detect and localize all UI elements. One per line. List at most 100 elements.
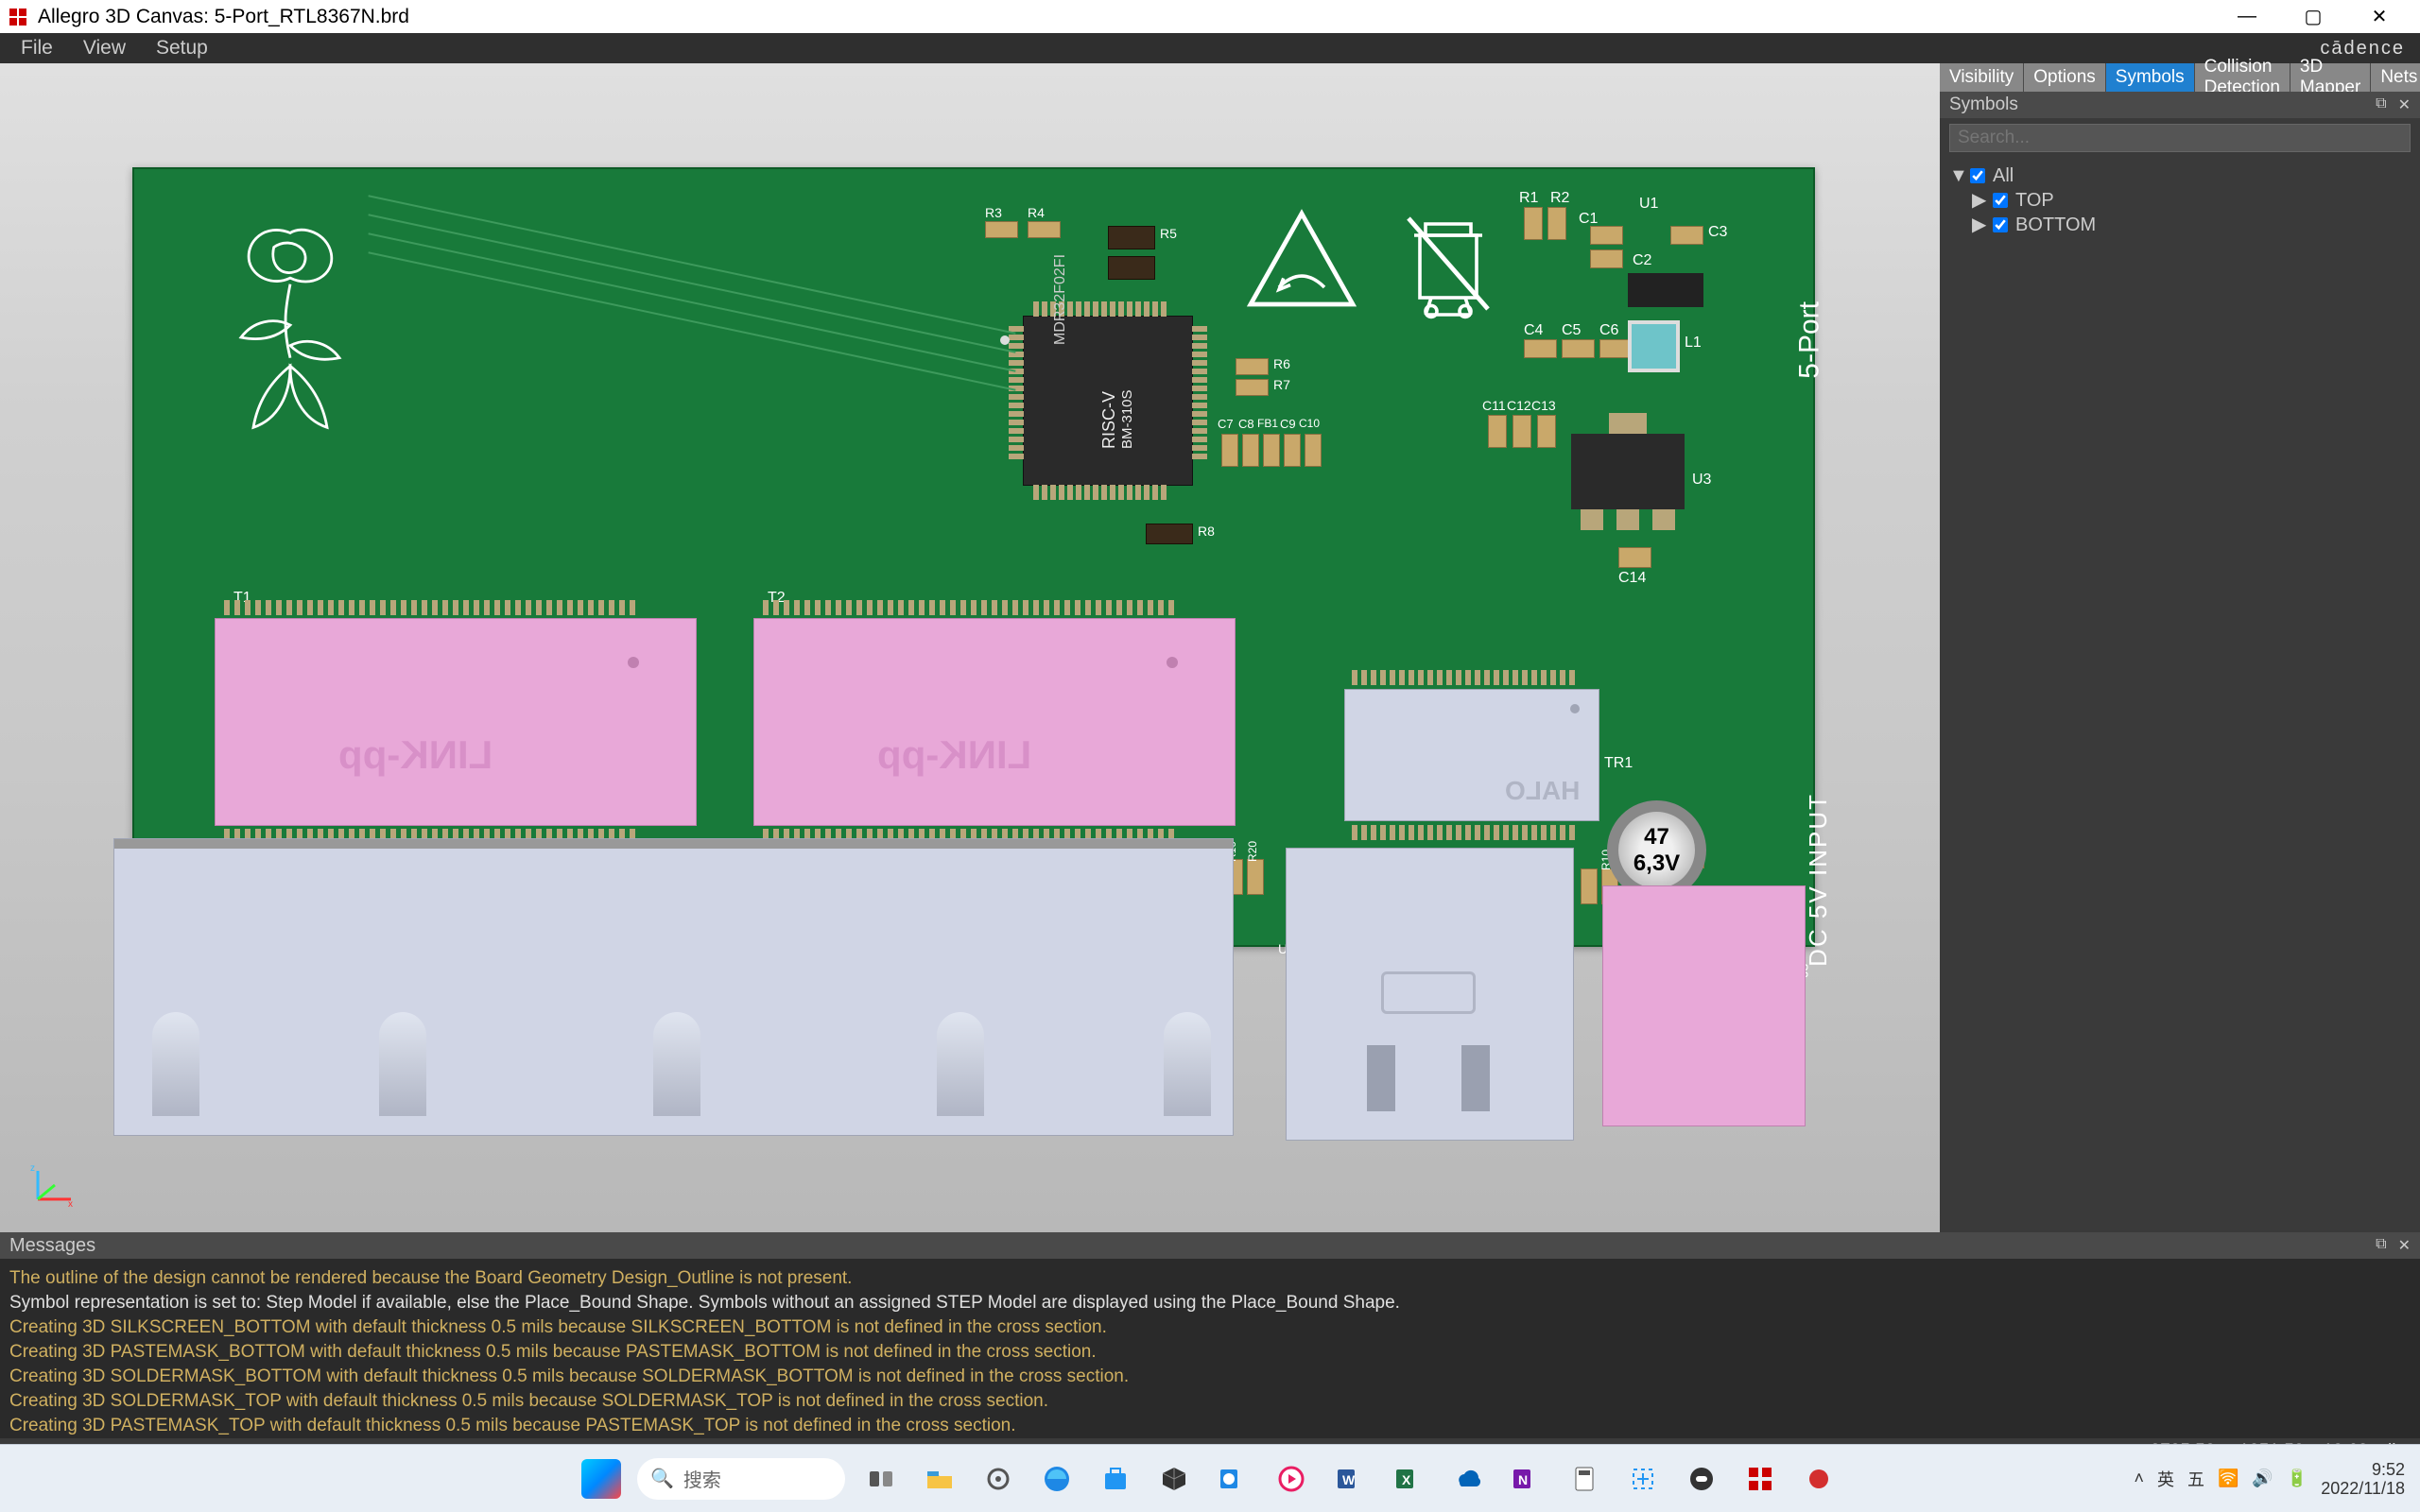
ref-u1: U1 <box>1639 196 1658 213</box>
tab-strip: Visibility Options Symbols Collision Det… <box>1940 63 2420 92</box>
onedrive-icon[interactable] <box>1444 1456 1490 1502</box>
app-icon <box>8 7 28 27</box>
rj45-single <box>1286 848 1574 1141</box>
tab-symbols[interactable]: Symbols <box>2106 63 2194 92</box>
svg-text:x: x <box>68 1199 73 1209</box>
word-icon[interactable]: W <box>1327 1456 1373 1502</box>
svg-text:z: z <box>30 1163 35 1174</box>
menu-view[interactable]: View <box>68 33 141 63</box>
messages-undock-icon[interactable]: ⧉ <box>2376 1236 2386 1255</box>
explorer-icon[interactable] <box>917 1456 962 1502</box>
3d-icon[interactable] <box>1151 1456 1197 1502</box>
onenote-icon[interactable]: N <box>1503 1456 1548 1502</box>
outlook-icon[interactable] <box>1210 1456 1255 1502</box>
message-line: Symbol representation is set to: Step Mo… <box>9 1291 2411 1315</box>
tray-ime2[interactable]: 五 <box>2187 1467 2204 1491</box>
tree-node-bottom[interactable]: ▶BOTTOM <box>1949 213 2411 237</box>
tree-node-top[interactable]: ▶TOP <box>1949 188 2411 213</box>
tray-chevron-icon[interactable]: ˄ <box>2134 1469 2144 1488</box>
panel-undock-icon[interactable]: ⧉ <box>2376 95 2386 114</box>
tab-3dmapper[interactable]: 3D Mapper <box>2290 63 2370 92</box>
ref-c14: C14 <box>1618 570 1646 587</box>
tr1-label: HALO <box>1505 776 1580 806</box>
smd-c9 <box>1284 434 1301 467</box>
message-line: Creating 3D PASTEMASK_TOP with default t… <box>9 1414 2411 1438</box>
ref-r5: R5 <box>1160 226 1177 241</box>
allegro-icon[interactable] <box>1737 1456 1783 1502</box>
messages-close-icon[interactable]: ✕ <box>2398 1236 2411 1255</box>
t2-label: LINK-pp <box>877 732 1031 778</box>
ref-c11: C11 <box>1482 398 1506 413</box>
snip-icon[interactable] <box>1620 1456 1666 1502</box>
window-title: Allegro 3D Canvas: 5-Port_RTL8367N.brd <box>38 6 409 28</box>
smd-r20 <box>1247 859 1264 895</box>
ref-c5: C5 <box>1562 322 1581 339</box>
tree-node-all[interactable]: ▼All <box>1949 163 2411 188</box>
ref-fb1: FB1 <box>1257 417 1278 430</box>
smd-c7 <box>1221 434 1238 467</box>
search-icon: 🔍 <box>650 1467 674 1490</box>
menu-setup[interactable]: Setup <box>141 33 223 63</box>
tray-volume-icon[interactable]: 🔊 <box>2252 1469 2273 1488</box>
calc-icon[interactable] <box>1562 1456 1607 1502</box>
maximize-button[interactable]: ▢ <box>2280 0 2346 33</box>
smd-c4 <box>1524 339 1557 358</box>
tray-clock[interactable]: 9:52 2022/11/18 <box>2321 1460 2405 1498</box>
3d-viewport[interactable]: 5-Port DC 5V INPUT MDR32F02FI <box>0 63 1940 1232</box>
chip-label-2: RISC-V <box>1099 335 1119 449</box>
taskview-icon[interactable] <box>858 1456 904 1502</box>
ref-r1: R1 <box>1519 190 1538 207</box>
tree-check-bottom[interactable] <box>1993 217 2008 232</box>
gamebar-icon[interactable] <box>1679 1456 1724 1502</box>
panel-close-icon[interactable]: ✕ <box>2398 95 2411 114</box>
tray-ime1[interactable]: 英 <box>2157 1467 2174 1491</box>
start-button[interactable] <box>579 1456 624 1502</box>
ref-c4: C4 <box>1524 322 1543 339</box>
menubar: File View Setup cādence <box>0 33 2420 63</box>
t1-label: LINK-pp <box>338 732 493 778</box>
smd-r1 <box>1524 207 1543 240</box>
window-titlebar: Allegro 3D Canvas: 5-Port_RTL8367N.brd —… <box>0 0 2420 33</box>
svg-text:W: W <box>1342 1472 1356 1487</box>
chip-label-1: MDR32F02FI <box>1052 232 1069 345</box>
menu-file[interactable]: File <box>6 33 68 63</box>
tab-options[interactable]: Options <box>2024 63 2104 92</box>
tray-wifi-icon[interactable]: 🛜 <box>2218 1469 2238 1488</box>
ref-c3: C3 <box>1708 224 1727 241</box>
dc-jack-j3 <box>1602 885 1806 1126</box>
svg-text:N: N <box>1518 1472 1528 1487</box>
media-icon[interactable] <box>1269 1456 1314 1502</box>
close-button[interactable]: ✕ <box>2346 0 2412 33</box>
ref-tr1: TR1 <box>1604 755 1633 772</box>
ref-r2: R2 <box>1550 190 1569 207</box>
chip-label-3: BM-310S <box>1119 335 1135 449</box>
symbols-search-input[interactable] <box>1949 124 2411 152</box>
minimize-button[interactable]: — <box>2214 0 2280 33</box>
tree-check-top[interactable] <box>1993 193 2008 208</box>
board-label-5port: 5-Port <box>1794 301 1826 379</box>
ref-r20: R20 <box>1246 841 1259 862</box>
ref-c2: C2 <box>1633 252 1651 269</box>
messages-body[interactable]: The outline of the design cannot be rend… <box>0 1259 2420 1438</box>
taskbar-search[interactable]: 🔍 搜索 <box>637 1458 845 1500</box>
cap-val2: 6,3V <box>1634 850 1680 877</box>
tab-visibility[interactable]: Visibility <box>1940 63 2023 92</box>
tree-check-all[interactable] <box>1970 168 1985 183</box>
weee-bin-icon <box>1401 207 1495 320</box>
record-icon[interactable] <box>1796 1456 1841 1502</box>
settings-icon[interactable] <box>976 1456 1021 1502</box>
tab-nets[interactable]: Nets <box>2371 63 2420 92</box>
smd-c3 <box>1670 226 1703 245</box>
smd-c2 <box>1590 249 1623 268</box>
ref-r7: R7 <box>1273 377 1290 392</box>
ic-u1 <box>1628 273 1703 307</box>
tray-battery-icon[interactable]: 🔋 <box>2287 1469 2308 1488</box>
smd-c14 <box>1618 547 1651 568</box>
smd-c1 <box>1590 226 1623 245</box>
trace <box>368 214 1015 352</box>
edge-icon[interactable] <box>1034 1456 1080 1502</box>
excel-icon[interactable]: X <box>1386 1456 1431 1502</box>
smd-d1 <box>1108 226 1155 249</box>
store-icon[interactable] <box>1093 1456 1138 1502</box>
tab-collision[interactable]: Collision Detection <box>2195 63 2290 92</box>
